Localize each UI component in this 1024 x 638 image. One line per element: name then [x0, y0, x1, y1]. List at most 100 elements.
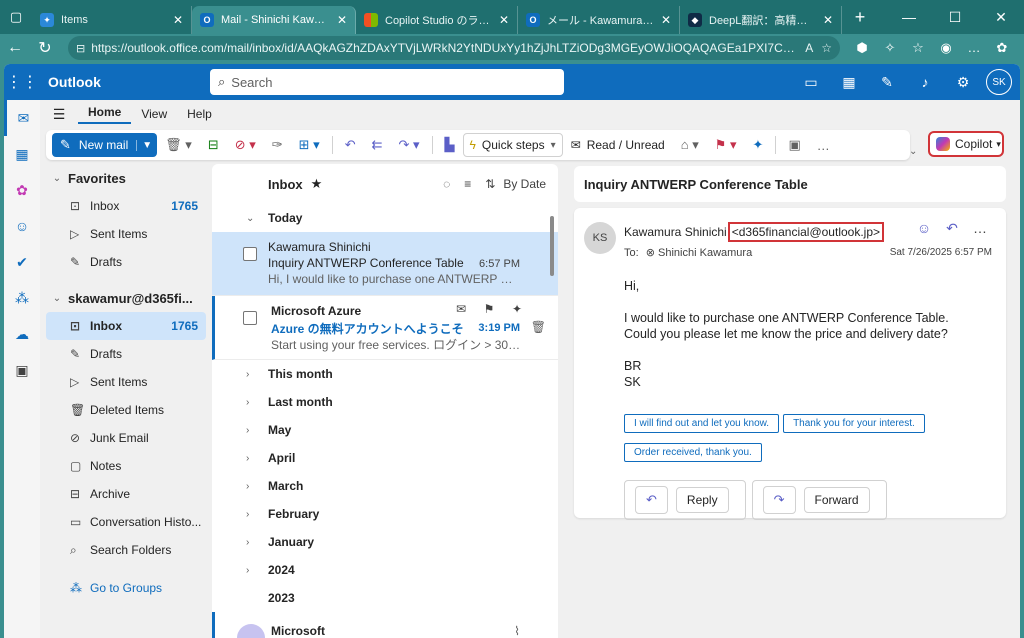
browser-tab-copilot-license[interactable]: Copilot Studio のライセンス - ✕ [356, 6, 518, 34]
group-today[interactable]: ⌄ Today [212, 204, 558, 232]
minimize-icon[interactable]: — [886, 9, 932, 26]
reply-icon[interactable]: ↶ [938, 220, 966, 237]
brand-title[interactable]: Outlook [48, 74, 210, 90]
chevron-down-icon[interactable]: ▾ [996, 139, 1001, 150]
favorite-star-icon[interactable]: ☆ [821, 41, 832, 55]
browser-tab-mail[interactable]: O Mail - Shinichi Kawamura - ✕ [192, 6, 356, 34]
read-unread-button[interactable]: ✉ Read / Unread [563, 138, 673, 152]
copilot-browser-icon[interactable]: ✿ [988, 40, 1016, 56]
mail-item[interactable]: Kawamura Shinichi Inquiry ANTWERP Confer… [212, 232, 558, 296]
bell-icon[interactable]: ♪ [906, 74, 944, 90]
favorite-drafts[interactable]: ✎ Drafts [46, 248, 206, 276]
back-icon[interactable]: ← [0, 39, 30, 57]
sender-avatar[interactable]: KS [584, 222, 616, 254]
close-tab-icon[interactable]: ✕ [655, 13, 671, 27]
folder-inbox[interactable]: ⊡ Inbox 1765 [46, 312, 206, 340]
filter-icon[interactable]: ≡ [464, 177, 471, 191]
select-mode-icon[interactable]: ◌ [443, 177, 450, 191]
copilot-icon[interactable]: ✿ [4, 172, 40, 208]
new-mail-button[interactable]: ✎ New mail ▼ [52, 133, 158, 157]
favorite-inbox[interactable]: ⊡ Inbox 1765 [46, 192, 206, 220]
report-icon[interactable]: ⊘ ▾ [227, 137, 264, 153]
favorites-icon[interactable]: ☆ [904, 40, 932, 56]
move-to-icon[interactable]: ⊞ ▾ [291, 137, 328, 153]
todo-icon[interactable]: ✔ [4, 244, 40, 280]
tag-icon[interactable]: ⌂ ▾ [673, 137, 707, 153]
suggested-reply[interactable]: Thank you for your interest. [783, 414, 925, 433]
tab-view[interactable]: View [131, 107, 177, 121]
avatar[interactable]: SK [986, 69, 1012, 95]
people-icon[interactable]: ☺ [4, 208, 40, 244]
group-april[interactable]: › April [212, 444, 558, 472]
mail-icon[interactable]: ✉ [4, 100, 40, 136]
browser-tab-items[interactable]: ✦ Items ✕ [32, 6, 192, 34]
folder-archive[interactable]: ⊟ Archive [46, 480, 206, 508]
browser-tab-mail-jp[interactable]: O メール - Kawamura Shinichi - ✕ [518, 6, 680, 34]
recipient-name[interactable]: Shinichi Kawamura [658, 247, 752, 259]
folder-drafts[interactable]: ✎ Drafts [46, 340, 206, 368]
reply-icon[interactable]: ↶ [337, 137, 364, 153]
read-aloud-icon[interactable]: A [805, 41, 813, 55]
sort-label[interactable]: By Date [503, 177, 546, 191]
mail-checkbox[interactable] [243, 311, 257, 325]
close-window-icon[interactable]: ✕ [978, 9, 1024, 26]
folder-sent-items[interactable]: ▷ Sent Items [46, 368, 206, 396]
suggested-reply[interactable]: Order received, thank you. [624, 443, 762, 462]
folder-deleted-items[interactable]: 🗑︎ Deleted Items [46, 396, 206, 424]
sender-name[interactable]: Kawamura Shinichi [624, 225, 727, 239]
teams-icon[interactable]: ▙ [437, 137, 463, 153]
calendar-icon[interactable]: ▦ [4, 136, 40, 172]
group-2024[interactable]: › 2024 [212, 556, 558, 584]
onedrive-icon[interactable]: ☁ [4, 316, 40, 352]
list-scrollbar[interactable] [550, 216, 554, 276]
mail-checkbox[interactable] [243, 247, 257, 261]
emoji-icon[interactable]: ☺ [910, 220, 938, 237]
group-last-month[interactable]: › Last month [212, 388, 558, 416]
extension-icon[interactable]: ⬢ [848, 40, 876, 56]
profile-icon[interactable]: ◉ [932, 40, 960, 56]
favorite-sent-items[interactable]: ▷ Sent Items [46, 220, 206, 248]
sweep-icon[interactable]: ✑ [264, 137, 291, 153]
feedback-icon[interactable]: ✎ [868, 74, 906, 91]
mail-item[interactable]: Microsoft Azure ✉ ⚑ ✦ Azure の無料アカウントへようこ… [212, 296, 558, 360]
app-launcher-icon[interactable]: ⋮⋮ [4, 72, 40, 92]
quick-steps-button[interactable]: ϟ Quick steps ▾ [462, 133, 563, 157]
extensions-icon[interactable]: ✧ [876, 40, 904, 56]
group-february[interactable]: › February [212, 500, 558, 528]
sort-icon[interactable]: ⇅ [485, 177, 495, 191]
close-tab-icon[interactable]: ✕ [817, 13, 833, 27]
url-field[interactable]: ⊟ https://outlook.office.com/mail/inbox/… [68, 36, 840, 60]
expand-ribbon-icon[interactable]: ⌄ [909, 146, 917, 157]
folder-conversation-history[interactable]: ▭ Conversation Histo... [46, 508, 206, 536]
account-header[interactable]: ⌄ skawamur@d365fi... [46, 284, 206, 312]
tab-home[interactable]: Home [78, 105, 132, 124]
close-tab-icon[interactable]: ✕ [167, 13, 183, 27]
folder-junk-email[interactable]: ⊘ Junk Email [46, 424, 206, 452]
mail-item[interactable]: Microsoft ⌇ [212, 612, 558, 638]
go-to-groups-link[interactable]: ⁂ Go to Groups [46, 574, 206, 602]
copilot-button[interactable]: Copilot ▾ [928, 131, 1004, 157]
archive-icon[interactable]: ⊟ [200, 137, 227, 153]
search-box[interactable]: ⌕ Search [210, 69, 564, 95]
folder-search-folders[interactable]: ⌕ Search Folders [46, 536, 206, 564]
trash-icon[interactable]: 🗑︎ [531, 320, 546, 334]
group-this-month[interactable]: › This month [212, 360, 558, 388]
folder-notes[interactable]: ▢ Notes [46, 452, 206, 480]
reply-button[interactable]: ↶ Reply [624, 480, 746, 520]
chevron-down-icon[interactable]: ▼ [136, 139, 157, 151]
suggested-reply[interactable]: I will find out and let you know. [624, 414, 780, 433]
sender-email[interactable]: <d365financial@outlook.jp> [727, 222, 885, 242]
forward-icon[interactable]: ↷ ▾ [391, 137, 428, 153]
refresh-icon[interactable]: ↻ [30, 38, 60, 58]
pin-icon[interactable]: ✦ [503, 302, 531, 316]
tab-help[interactable]: Help [177, 107, 222, 121]
hamburger-icon[interactable]: ☰ [40, 106, 78, 123]
flag-icon[interactable]: ⚑ [475, 302, 503, 316]
mark-read-icon[interactable]: ✉ [447, 302, 475, 316]
forward-button[interactable]: ↷ Forward [751, 480, 887, 520]
more-icon[interactable]: … [960, 40, 988, 56]
meet-now-icon[interactable]: ▭ [792, 74, 830, 91]
more-options-icon[interactable]: … [966, 220, 994, 237]
new-tab-button[interactable]: + [846, 7, 874, 28]
more-apps-icon[interactable]: ▣ [4, 352, 40, 388]
